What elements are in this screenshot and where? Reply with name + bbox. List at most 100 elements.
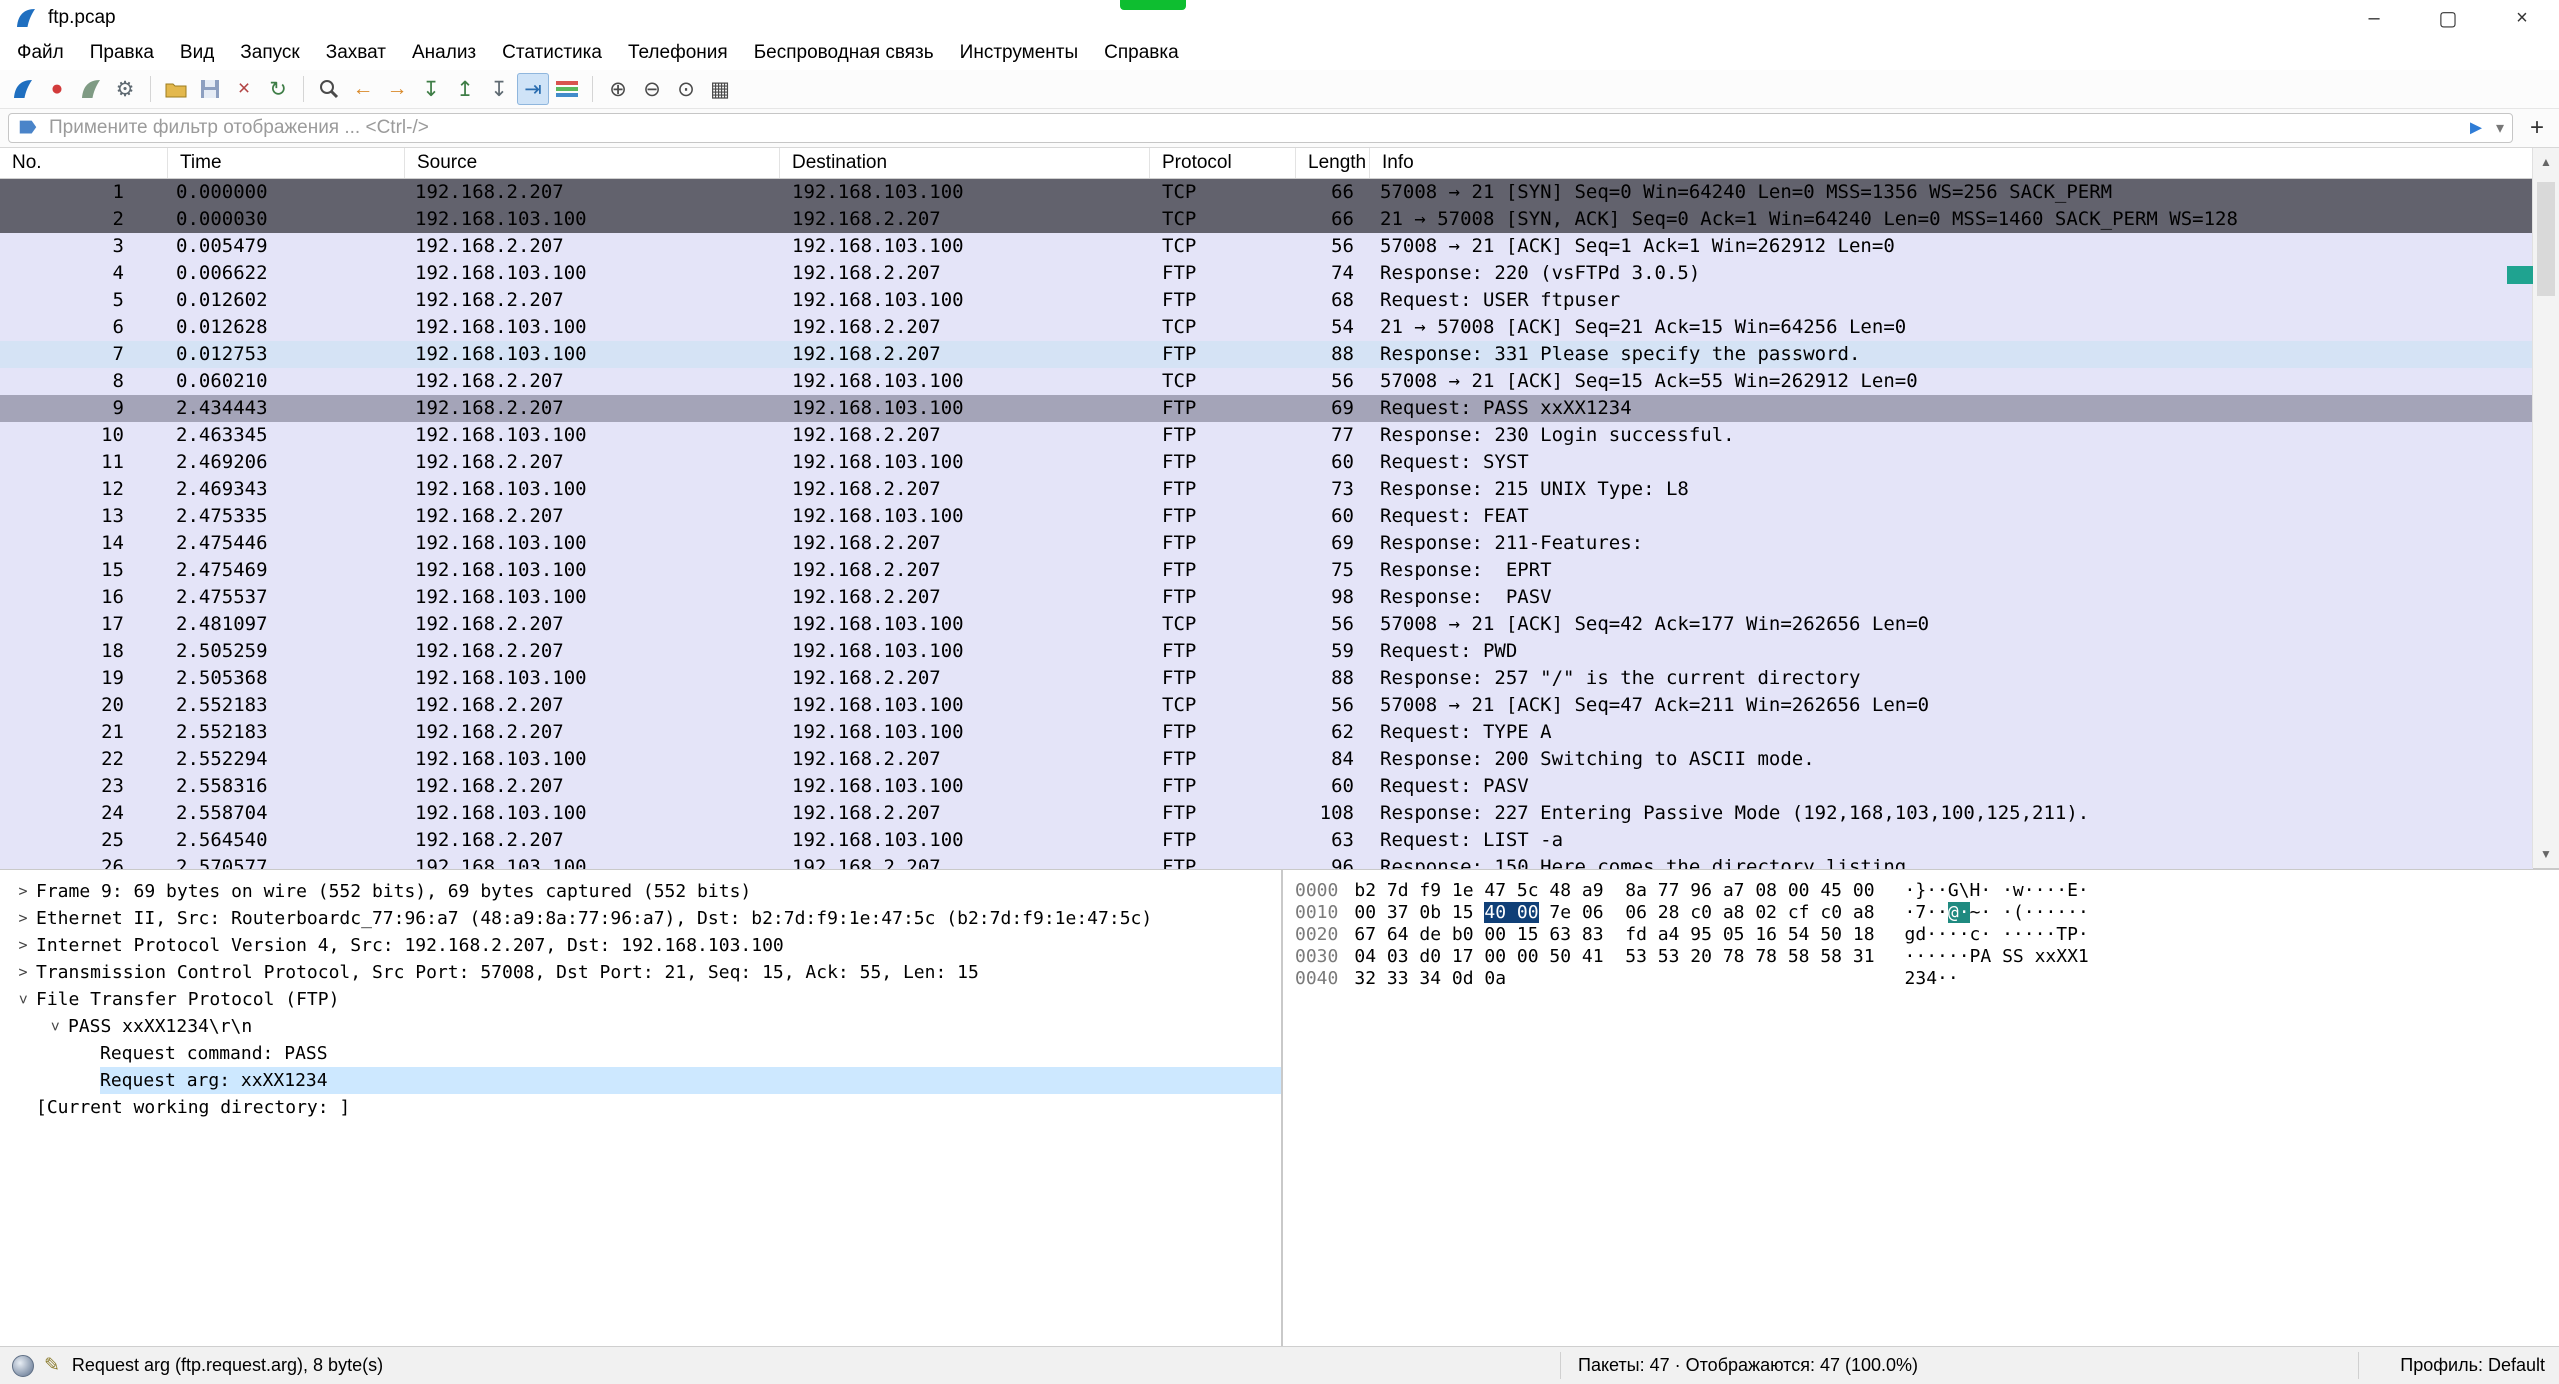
go-back-icon[interactable]: ← bbox=[347, 73, 379, 105]
auto-scroll-icon[interactable]: ⇥ bbox=[517, 73, 549, 105]
column-header-source[interactable]: Source bbox=[405, 148, 780, 178]
filter-add-button[interactable]: + bbox=[2523, 114, 2551, 142]
hex-row-0040[interactable]: 004032 33 34 0d 0a 234·· bbox=[1295, 968, 2559, 990]
close-button[interactable]: × bbox=[2485, 0, 2559, 36]
detail-line[interactable]: >Ethernet II, Src: Routerboardc_77:96:a7… bbox=[0, 905, 1281, 932]
scrollbar-thumb[interactable] bbox=[2537, 182, 2555, 296]
minimize-button[interactable]: – bbox=[2337, 0, 2411, 36]
column-header-protocol[interactable]: Protocol bbox=[1150, 148, 1296, 178]
start-capture-icon[interactable] bbox=[7, 73, 39, 105]
go-to-packet-icon[interactable]: ↧ bbox=[415, 73, 447, 105]
display-filter-input[interactable]: Примените фильтр отображения ... <Ctrl-/… bbox=[8, 113, 2513, 143]
hex-row-0000[interactable]: 0000b2 7d f9 1e 47 5c 48 a9 8a 77 96 a7 … bbox=[1295, 880, 2559, 902]
detail-collapsed-icon[interactable]: > bbox=[10, 878, 36, 905]
detail-expanded-icon[interactable]: > bbox=[10, 987, 37, 1013]
detail-collapsed-icon[interactable]: > bbox=[10, 932, 36, 959]
menu-analyze[interactable]: Анализ bbox=[399, 38, 489, 68]
packet-list-scrollbar[interactable]: ▲ ▼ bbox=[2532, 148, 2559, 868]
save-file-icon[interactable] bbox=[194, 73, 226, 105]
detail-collapsed-icon[interactable]: > bbox=[10, 905, 36, 932]
packet-row-17[interactable]: 172.481097192.168.2.207192.168.103.100TC… bbox=[0, 611, 2533, 638]
packet-row-9[interactable]: 92.434443192.168.2.207192.168.103.100FTP… bbox=[0, 395, 2533, 422]
packet-row-21[interactable]: 212.552183192.168.2.207192.168.103.100FT… bbox=[0, 719, 2533, 746]
packet-row-12[interactable]: 122.469343192.168.103.100192.168.2.207FT… bbox=[0, 476, 2533, 503]
packet-row-8[interactable]: 80.060210192.168.2.207192.168.103.100TCP… bbox=[0, 368, 2533, 395]
zoom-in-icon[interactable]: ⊕ bbox=[602, 73, 634, 105]
menu-wireless[interactable]: Беспроводная связь bbox=[741, 38, 947, 68]
column-header-no[interactable]: No. bbox=[0, 148, 168, 178]
packet-row-3[interactable]: 30.005479192.168.2.207192.168.103.100TCP… bbox=[0, 233, 2533, 260]
detail-line[interactable]: >Frame 9: 69 bytes on wire (552 bits), 6… bbox=[0, 878, 1281, 905]
wireshark-logo-icon[interactable] bbox=[14, 5, 40, 31]
menu-file[interactable]: Файл bbox=[4, 38, 77, 68]
restart-capture-icon[interactable] bbox=[75, 73, 107, 105]
go-last-icon[interactable]: ↧ bbox=[483, 73, 515, 105]
reload-icon[interactable]: ↻ bbox=[262, 73, 294, 105]
detail-line[interactable]: >PASS xxXX1234\r\n bbox=[0, 1013, 1281, 1040]
packet-row-4[interactable]: 40.006622192.168.103.100192.168.2.207FTP… bbox=[0, 260, 2533, 287]
detail-line[interactable]: >Transmission Control Protocol, Src Port… bbox=[0, 959, 1281, 986]
close-file-icon[interactable]: × bbox=[228, 73, 260, 105]
go-first-icon[interactable]: ↥ bbox=[449, 73, 481, 105]
stop-capture-icon[interactable]: ● bbox=[41, 73, 73, 105]
capture-comment-icon[interactable]: ✎ bbox=[44, 1354, 60, 1377]
capture-options-icon[interactable]: ⚙ bbox=[109, 73, 141, 105]
detail-line[interactable]: >File Transfer Protocol (FTP) bbox=[0, 986, 1281, 1013]
scroll-up-icon[interactable]: ▲ bbox=[2533, 150, 2559, 174]
packet-row-1[interactable]: 10.000000192.168.2.207192.168.103.100TCP… bbox=[0, 179, 2533, 206]
maximize-button[interactable]: ▢ bbox=[2411, 0, 2485, 36]
filter-apply-button[interactable]: ► bbox=[2466, 118, 2486, 138]
packet-row-24[interactable]: 242.558704192.168.103.100192.168.2.207FT… bbox=[0, 800, 2533, 827]
packet-row-2[interactable]: 20.000030192.168.103.100192.168.2.207TCP… bbox=[0, 206, 2533, 233]
menu-go[interactable]: Запуск bbox=[227, 38, 312, 68]
packet-row-23[interactable]: 232.558316192.168.2.207192.168.103.100FT… bbox=[0, 773, 2533, 800]
find-packet-icon[interactable] bbox=[313, 73, 345, 105]
hex-row-0020[interactable]: 002067 64 de b0 00 15 63 83 fd a4 95 05 … bbox=[1295, 924, 2559, 946]
packet-row-19[interactable]: 192.505368192.168.103.100192.168.2.207FT… bbox=[0, 665, 2533, 692]
column-header-info[interactable]: Info bbox=[1370, 148, 2533, 178]
packet-row-5[interactable]: 50.012602192.168.2.207192.168.103.100FTP… bbox=[0, 287, 2533, 314]
detail-line[interactable]: [Current working directory: ] bbox=[0, 1094, 1281, 1121]
menu-help[interactable]: Справка bbox=[1091, 38, 1192, 68]
column-header-destination[interactable]: Destination bbox=[780, 148, 1150, 178]
menu-capture[interactable]: Захват bbox=[313, 38, 399, 68]
packet-row-15[interactable]: 152.475469192.168.103.100192.168.2.207FT… bbox=[0, 557, 2533, 584]
zoom-original-icon[interactable]: ⊙ bbox=[670, 73, 702, 105]
expert-info-icon[interactable] bbox=[12, 1355, 34, 1377]
menu-telephony[interactable]: Телефония bbox=[615, 38, 741, 68]
packet-row-13[interactable]: 132.475335192.168.2.207192.168.103.100FT… bbox=[0, 503, 2533, 530]
hex-row-0010[interactable]: 001000 37 0b 15 40 00 7e 06 06 28 c0 a8 … bbox=[1295, 902, 2559, 924]
menu-edit[interactable]: Правка bbox=[77, 38, 167, 68]
colorize-icon[interactable] bbox=[551, 73, 583, 105]
detail-line[interactable]: Request arg: xxXX1234 bbox=[0, 1067, 1281, 1094]
detail-line[interactable]: Request command: PASS bbox=[0, 1040, 1281, 1067]
packet-row-16[interactable]: 162.475537192.168.103.100192.168.2.207FT… bbox=[0, 584, 2533, 611]
packet-row-26[interactable]: 262.570577192.168.103.100192.168.2.207FT… bbox=[0, 854, 2533, 869]
go-forward-icon[interactable]: → bbox=[381, 73, 413, 105]
menu-tools[interactable]: Инструменты bbox=[947, 38, 1091, 68]
filter-dropdown-icon[interactable]: ▾ bbox=[2496, 118, 2504, 138]
packet-row-22[interactable]: 222.552294192.168.103.100192.168.2.207FT… bbox=[0, 746, 2533, 773]
open-file-icon[interactable] bbox=[160, 73, 192, 105]
packet-row-7[interactable]: 70.012753192.168.103.100192.168.2.207FTP… bbox=[0, 341, 2533, 368]
packet-row-10[interactable]: 102.463345192.168.103.100192.168.2.207FT… bbox=[0, 422, 2533, 449]
detail-collapsed-icon[interactable]: > bbox=[10, 959, 36, 986]
menu-view[interactable]: Вид bbox=[167, 38, 227, 68]
menu-statistics[interactable]: Статистика bbox=[489, 38, 615, 68]
detail-expanded-icon[interactable]: > bbox=[42, 1014, 69, 1040]
packet-row-20[interactable]: 202.552183192.168.2.207192.168.103.100TC… bbox=[0, 692, 2533, 719]
zoom-out-icon[interactable]: ⊖ bbox=[636, 73, 668, 105]
packet-row-18[interactable]: 182.505259192.168.2.207192.168.103.100FT… bbox=[0, 638, 2533, 665]
column-header-length[interactable]: Length bbox=[1296, 148, 1370, 178]
status-profile[interactable]: Профиль: Default bbox=[2400, 1355, 2545, 1376]
packet-row-14[interactable]: 142.475446192.168.103.100192.168.2.207FT… bbox=[0, 530, 2533, 557]
scroll-down-icon[interactable]: ▼ bbox=[2533, 842, 2559, 866]
packet-row-6[interactable]: 60.012628192.168.103.100192.168.2.207TCP… bbox=[0, 314, 2533, 341]
hex-row-0030[interactable]: 003004 03 d0 17 00 00 50 41 53 53 20 78 … bbox=[1295, 946, 2559, 968]
detail-line[interactable]: >Internet Protocol Version 4, Src: 192.1… bbox=[0, 932, 1281, 959]
column-header-time[interactable]: Time bbox=[168, 148, 405, 178]
packet-row-11[interactable]: 112.469206192.168.2.207192.168.103.100FT… bbox=[0, 449, 2533, 476]
packet-row-25[interactable]: 252.564540192.168.2.207192.168.103.100FT… bbox=[0, 827, 2533, 854]
resize-columns-icon[interactable]: ▦ bbox=[704, 73, 736, 105]
filter-bookmark-icon[interactable] bbox=[17, 117, 39, 139]
